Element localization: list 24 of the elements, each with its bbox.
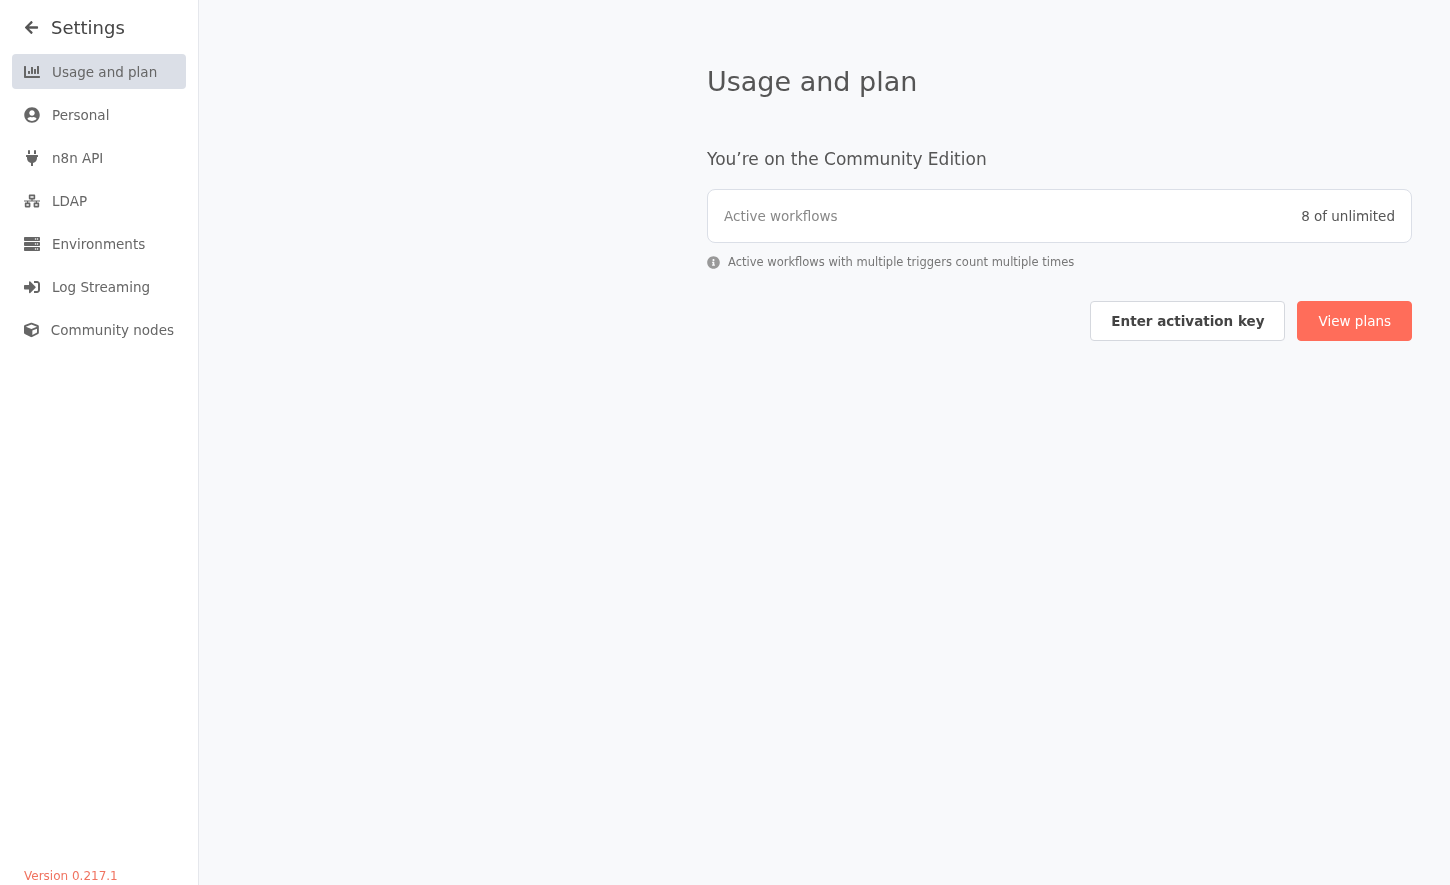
sidebar-item[interactable]: Usage and plan: [12, 54, 186, 89]
usage-label: Active workflows: [724, 208, 838, 224]
version-label: Version 0.217.1: [23, 869, 119, 883]
user-icon: [24, 106, 40, 123]
bar-chart-icon: [24, 63, 40, 80]
cube-icon: [24, 321, 39, 338]
usage-value: 8 of unlimited: [1301, 208, 1395, 224]
plug-icon: [24, 149, 40, 166]
info-note: Active workflows with multiple triggers count multiple times: [728, 255, 1075, 269]
sign-in-icon: [24, 278, 40, 295]
sidebar-item[interactable]: LDAP: [12, 183, 186, 218]
back-arrow-icon[interactable]: [24, 19, 39, 35]
sidebar-item[interactable]: Personal: [12, 97, 186, 132]
sidebar-item[interactable]: Environments: [12, 226, 186, 261]
server-icon: [24, 235, 40, 252]
plan-subtitle: You’re on the Community Edition: [707, 149, 988, 169]
sidebar-item[interactable]: n8n API: [12, 140, 186, 175]
activation-key-button[interactable]: Enter activation key: [1090, 301, 1286, 341]
network-icon: [24, 192, 40, 209]
sidebar-title: Settings: [51, 16, 125, 38]
sidebar-item[interactable]: Log Streaming: [12, 269, 186, 304]
sidebar-item[interactable]: Community nodes: [12, 312, 186, 347]
info-icon: [707, 255, 720, 269]
page-title: Usage and plan: [707, 66, 919, 97]
